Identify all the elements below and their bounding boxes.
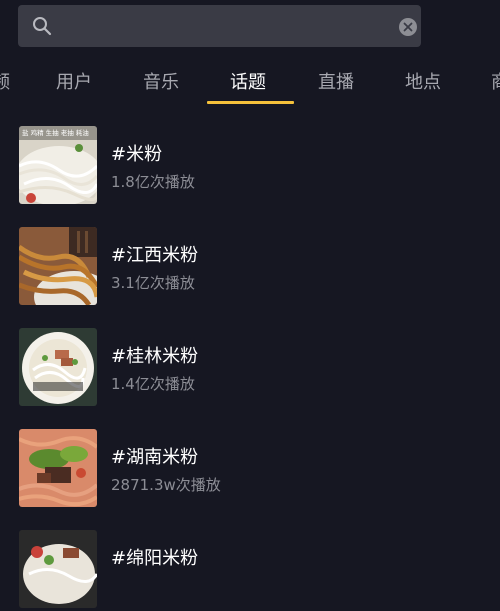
tab-live[interactable]: 直播 (318, 68, 354, 94)
topic-thumbnail (19, 429, 97, 507)
topic-play-count: 1.8亿次播放 (111, 173, 195, 191)
tab-shop[interactable]: 商 (491, 68, 500, 94)
topic-play-count: 3.1亿次播放 (111, 274, 195, 292)
tab-music[interactable]: 音乐 (143, 68, 179, 94)
clear-search-button[interactable] (399, 18, 417, 36)
topic-play-count: 2871.3w次播放 (111, 476, 221, 494)
list-item[interactable]: 盐 鸡精 生抽 老抽 耗油 #米粉 1.8亿次播放 (0, 106, 500, 207)
thumbnail-caption: 盐 鸡精 生抽 老抽 耗油 (22, 129, 89, 137)
list-item[interactable]: #江西米粉 3.1亿次播放 (0, 207, 500, 308)
topic-title: #江西米粉 (111, 245, 199, 266)
topic-thumbnail (19, 227, 97, 305)
tab-topics[interactable]: 话题 (230, 68, 266, 94)
topic-title: #绵阳米粉 (111, 548, 199, 569)
top-bar (0, 0, 500, 56)
active-tab-indicator (207, 101, 294, 104)
topic-title: #桂林米粉 (111, 346, 199, 367)
tab-video[interactable]: 频 (0, 68, 10, 94)
topic-title: #米粉 (111, 144, 163, 165)
search-icon (33, 17, 52, 36)
close-icon (403, 22, 413, 32)
search-bar[interactable] (18, 5, 421, 47)
topic-thumbnail: 盐 鸡精 生抽 老抽 耗油 (19, 126, 97, 204)
topic-thumbnail (19, 328, 97, 406)
list-item[interactable]: #绵阳米粉 (0, 510, 500, 611)
tab-users[interactable]: 用户 (56, 68, 92, 94)
list-item[interactable]: #桂林米粉 1.4亿次播放 (0, 308, 500, 409)
topic-title: #湖南米粉 (111, 447, 199, 468)
search-input[interactable] (64, 13, 388, 41)
topic-thumbnail (19, 530, 97, 608)
list-item[interactable]: #湖南米粉 2871.3w次播放 (0, 409, 500, 510)
topic-play-count: 1.4亿次播放 (111, 375, 195, 393)
tab-places[interactable]: 地点 (405, 68, 441, 94)
category-tabs: 频 用户 音乐 话题 直播 地点 商 (0, 56, 500, 106)
search-action-ghost[interactable] (440, 12, 484, 40)
